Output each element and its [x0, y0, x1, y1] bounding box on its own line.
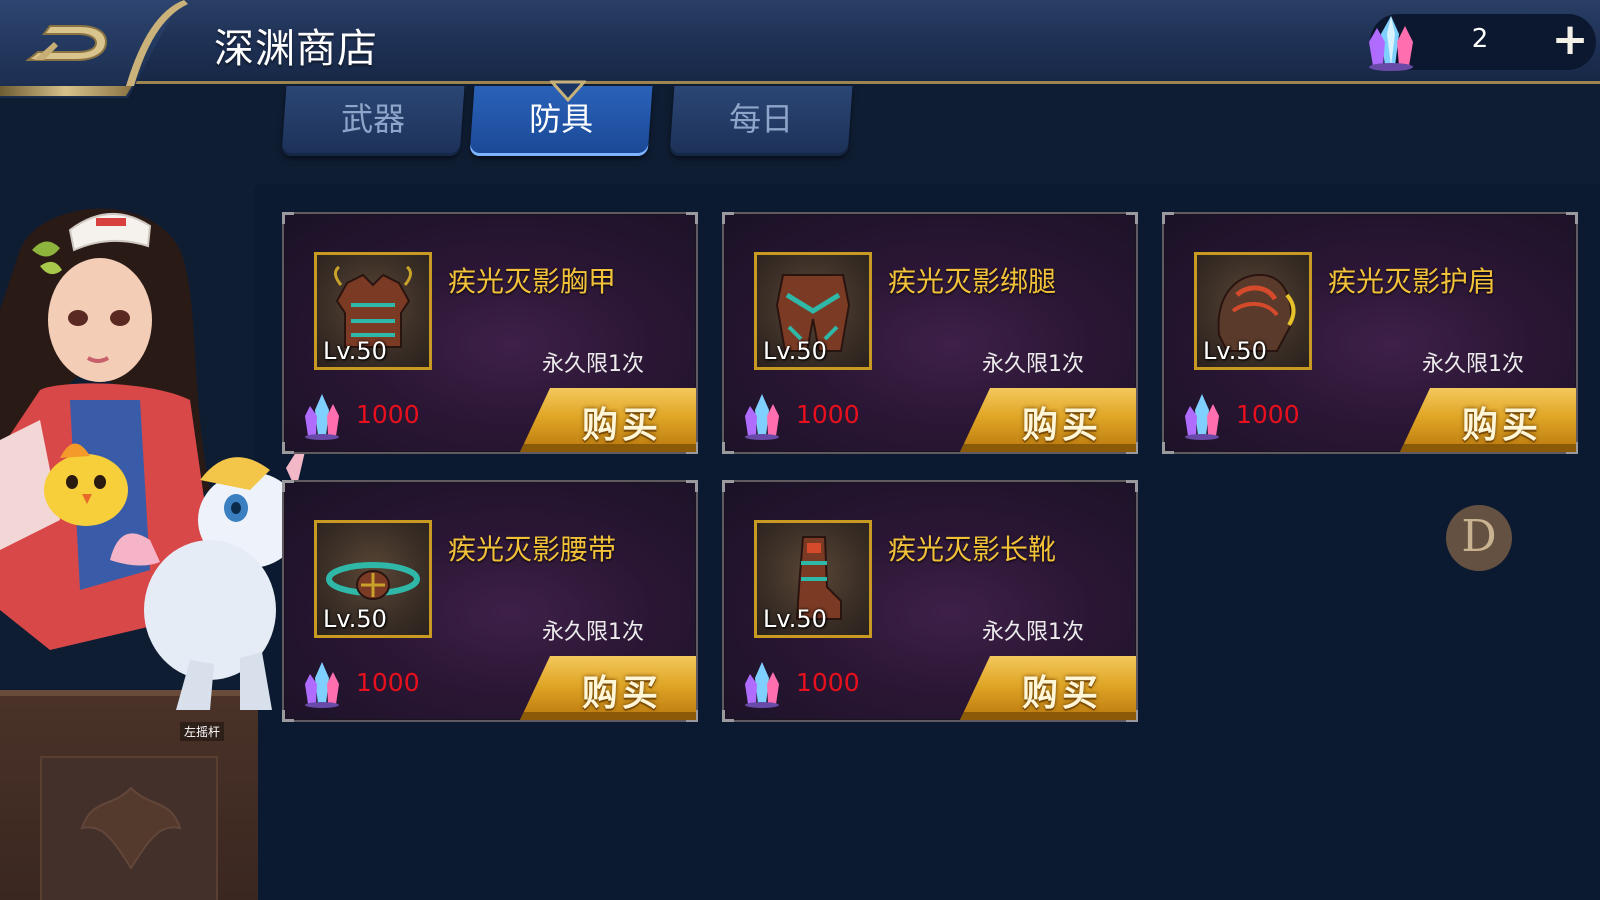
item-slot[interactable]: Lv.50: [314, 520, 432, 638]
crystal-gem-icon: [1185, 394, 1219, 440]
item-slot[interactable]: Lv.50: [1194, 252, 1312, 370]
item-level: Lv.50: [323, 605, 387, 633]
tab-weapons[interactable]: 武器: [281, 86, 465, 156]
gold-swoosh-decoration: [126, 0, 188, 86]
card-corner: [686, 212, 698, 224]
back-arrow-icon: [25, 25, 108, 61]
card-corner: [282, 442, 294, 454]
purchase-limit: 永久限1次: [542, 620, 644, 645]
item-price: 1000: [356, 668, 420, 697]
back-plate-rim: [0, 86, 132, 96]
buy-button[interactable]: 购买: [960, 388, 1136, 452]
item-name: 疾光灭影护肩: [1328, 265, 1497, 298]
card-corner: [1126, 212, 1138, 224]
card-corner: [282, 212, 294, 224]
joystick-label: 左摇杆: [180, 722, 225, 741]
buy-button[interactable]: 购买: [960, 656, 1136, 720]
pedestal-carving: [40, 756, 218, 900]
item-slot[interactable]: Lv.50: [754, 252, 872, 370]
shop-item-card: Lv.50 疾光灭影胸甲 永久限1次 1000 购买: [282, 212, 698, 454]
tab-label: 武器: [341, 100, 406, 138]
tab-label: 每日: [729, 100, 794, 138]
card-corner: [1162, 212, 1174, 224]
shop-item-card: Lv.50 疾光灭影腰带 永久限1次 1000 购买: [282, 480, 698, 722]
add-currency-button[interactable]: +: [1548, 18, 1592, 64]
active-tab-chevron-icon: [550, 80, 586, 102]
card-corner: [722, 442, 734, 454]
item-price: 1000: [356, 400, 420, 429]
tab-daily[interactable]: 每日: [669, 86, 853, 156]
crystal-gem-icon: [305, 662, 339, 708]
buy-button-label: 购买: [1021, 673, 1102, 714]
card-corner: [1162, 442, 1174, 454]
crystal-gem-icon: [1369, 16, 1413, 71]
item-slot[interactable]: Lv.50: [314, 252, 432, 370]
item-name: 疾光灭影长靴: [888, 533, 1057, 566]
item-slot[interactable]: Lv.50: [754, 520, 872, 638]
item-price: 1000: [1236, 400, 1300, 429]
purchase-limit: 永久限1次: [542, 352, 644, 377]
crystal-gem-icon: [305, 394, 339, 440]
crystal-gem-icon: [745, 394, 779, 440]
buy-button-label: 购买: [581, 405, 662, 446]
card-corner: [1126, 480, 1138, 492]
card-corner: [722, 710, 734, 722]
buy-button[interactable]: 购买: [520, 388, 696, 452]
purchase-limit: 永久限1次: [1422, 352, 1524, 377]
item-level: Lv.50: [763, 605, 827, 633]
purchase-limit: 永久限1次: [982, 620, 1084, 645]
ornament-icon: [80, 786, 182, 870]
shop-item-card: Lv.50 疾光灭影长靴 永久限1次 1000 购买: [722, 480, 1138, 722]
item-price: 1000: [796, 668, 860, 697]
currency-amount: 2: [1471, 24, 1489, 54]
card-corner: [282, 710, 294, 722]
card-corner: [686, 480, 698, 492]
page-title: 深渊商店: [214, 26, 378, 72]
item-level: Lv.50: [763, 337, 827, 365]
buy-button[interactable]: 购买: [1400, 388, 1576, 452]
item-level: Lv.50: [323, 337, 387, 365]
shopkeeper-character: [0, 208, 310, 710]
item-level: Lv.50: [1203, 337, 1267, 365]
item-name: 疾光灭影绑腿: [888, 265, 1057, 298]
card-corner: [722, 212, 734, 224]
floating-d-button[interactable]: D: [1446, 505, 1512, 571]
card-corner: [1566, 212, 1578, 224]
card-corner: [282, 480, 294, 492]
shop-item-card: Lv.50 疾光灭影绑腿 永久限1次 1000 购买: [722, 212, 1138, 454]
purchase-limit: 永久限1次: [982, 352, 1084, 377]
back-button[interactable]: [24, 20, 114, 72]
item-price: 1000: [796, 400, 860, 429]
buy-button-label: 购买: [581, 673, 662, 714]
buy-button[interactable]: 购买: [520, 656, 696, 720]
buy-button-label: 购买: [1461, 405, 1542, 446]
shop-item-card: Lv.50 疾光灭影护肩 永久限1次 1000 购买: [1162, 212, 1578, 454]
crystal-gem-icon: [745, 662, 779, 708]
card-corner: [722, 480, 734, 492]
item-name: 疾光灭影胸甲: [448, 265, 617, 298]
item-name: 疾光灭影腰带: [448, 533, 617, 566]
buy-button-label: 购买: [1021, 405, 1102, 446]
